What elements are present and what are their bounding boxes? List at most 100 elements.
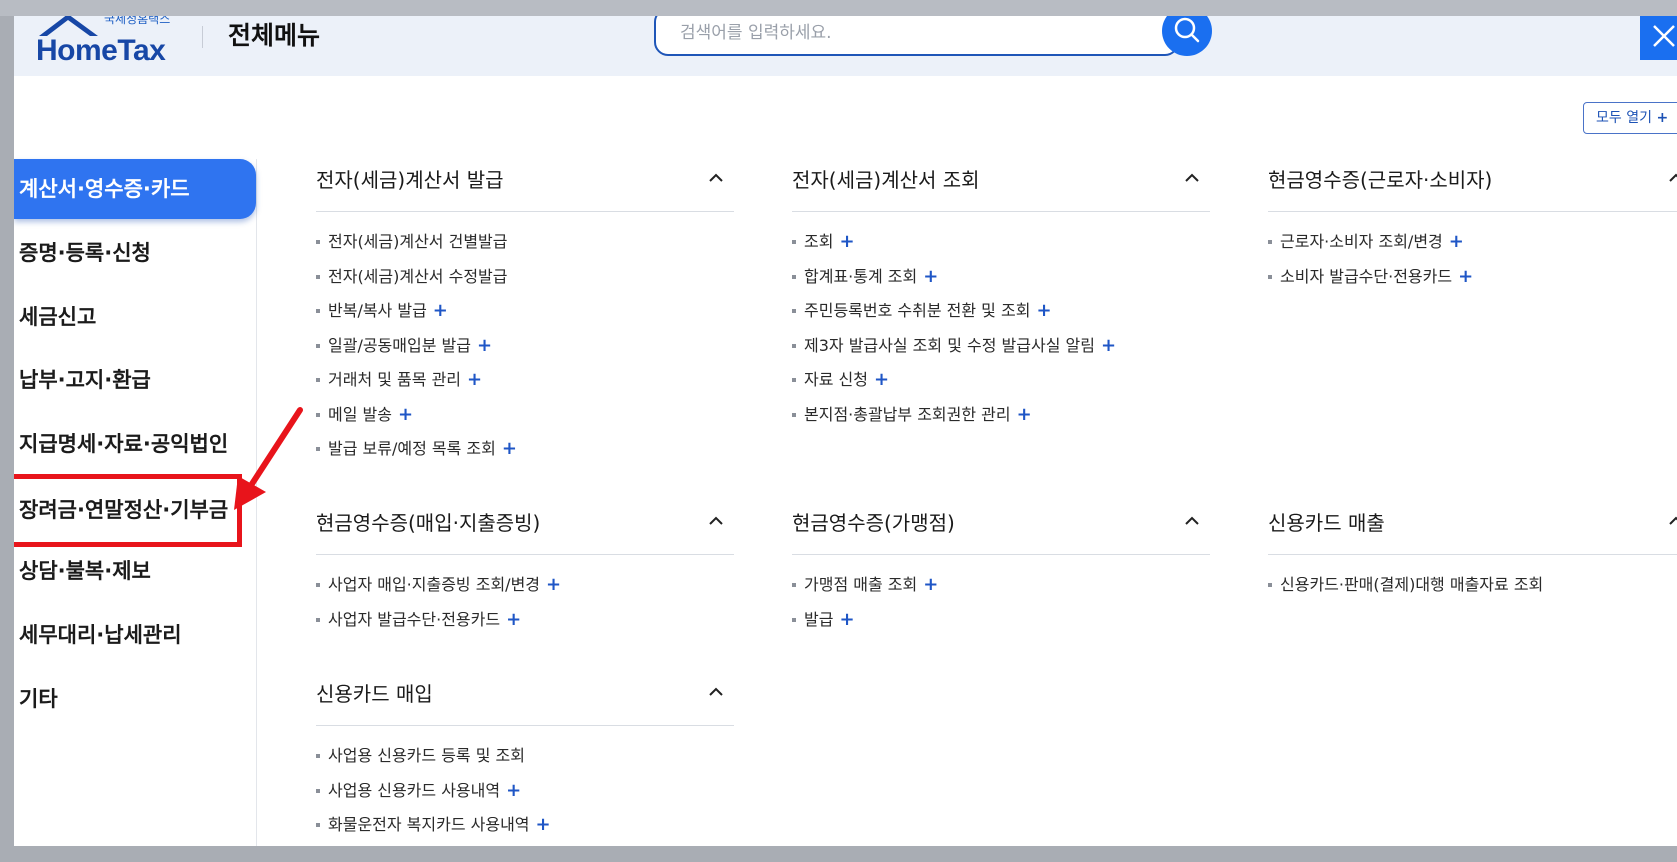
bullet [316, 823, 320, 827]
plus-icon[interactable]: + [506, 780, 521, 801]
menu-item[interactable]: 사업자 발급수단·전용카드 + [316, 609, 561, 644]
menu-item[interactable]: 합계표·통계 조회 + [792, 266, 1116, 301]
expand-all-button[interactable]: 모두 열기 + [1583, 102, 1677, 134]
bullet [316, 343, 320, 348]
menu-item-label: 주민등록번호 수취분 전환 및 조회 [804, 301, 1031, 320]
group-title: 전자(세금)계산서 발급 [316, 168, 504, 192]
menu-item[interactable]: 신용카드·판매(결제)대행 매출자료 조회 [1268, 574, 1543, 609]
menu-item[interactable]: 전자(세금)계산서 수정발급 [316, 266, 517, 301]
menu-item[interactable]: 사업용 신용카드 사용내역 + [316, 780, 551, 815]
menu-item-label: 합계표·통계 조회 [804, 266, 918, 286]
header-divider [202, 26, 203, 48]
hometax-logo[interactable]: 국세청홈택스 HomeTax [36, 16, 186, 68]
chevron-up-icon[interactable] [706, 682, 726, 702]
menu-item[interactable]: 소비자 발급수단·전용카드 + [1268, 266, 1473, 301]
chevron-up-icon[interactable] [706, 511, 726, 531]
chevron-up-icon[interactable] [1182, 168, 1202, 188]
menu-item[interactable]: 조회 + [792, 231, 1116, 266]
menu-item[interactable]: 사업자 매입·지출증빙 조회/변경 + [316, 574, 561, 609]
plus-icon[interactable]: + [1449, 231, 1464, 252]
plus-icon[interactable]: + [923, 574, 938, 595]
menu-item[interactable]: 반복/복사 발급 + [316, 300, 517, 335]
group-title: 신용카드 매출 [1268, 511, 1385, 535]
plus-icon[interactable]: + [546, 574, 561, 595]
menu-item[interactable]: 주민등록번호 수취분 전환 및 조회 + [792, 300, 1116, 335]
menu-item-label: 근로자·소비자 조회/변경 [1280, 232, 1443, 251]
plus-icon[interactable]: + [467, 369, 482, 390]
group-title: 현금영수증(가맹점) [792, 511, 955, 535]
menu-item[interactable]: 일괄/공동매입분 발급 + [316, 335, 517, 370]
group-items: 근로자·소비자 조회/변경 + 소비자 발급수단·전용카드 + [1268, 231, 1473, 300]
sidebar-item-payment-statements[interactable]: 지급명세·자료·공익법인 [14, 414, 256, 474]
menu-item-label: 자료 신청 [804, 370, 868, 389]
bullet [316, 754, 320, 758]
chevron-up-icon[interactable] [1666, 511, 1677, 531]
search-button[interactable] [1162, 16, 1212, 56]
close-button[interactable] [1640, 16, 1677, 60]
sidebar-item-tax-agent[interactable]: 세무대리·납세관리 [14, 605, 256, 665]
chevron-up-icon[interactable] [706, 168, 726, 188]
menu-item-label: 사업자 발급수단·전용카드 [328, 609, 501, 629]
plus-icon[interactable]: + [398, 404, 413, 425]
sidebar-item-etc[interactable]: 기타 [14, 669, 256, 729]
plus-icon: + [1656, 110, 1669, 126]
chevron-up-icon[interactable] [1666, 168, 1677, 188]
bullet [792, 583, 796, 587]
plus-icon[interactable]: + [1036, 300, 1051, 321]
group-divider [316, 554, 734, 555]
group-items: 신용카드·판매(결제)대행 매출자료 조회 [1268, 574, 1543, 609]
menu-item[interactable]: 제3자 발급사실 조회 및 수정 발급사실 알림 + [792, 335, 1116, 370]
sidebar-item-label: 세무대리·납세관리 [19, 623, 182, 647]
sidebar-item-label: 증명·등록·신청 [19, 241, 151, 265]
bullet [792, 412, 796, 417]
logo-subtitle: 국세청홈택스 [104, 16, 171, 26]
bullet [316, 412, 320, 417]
sidebar-item-label: 기타 [19, 687, 58, 711]
sidebar-item-certificates[interactable]: 증명·등록·신청 [14, 223, 256, 283]
plus-icon[interactable]: + [433, 300, 448, 321]
menu-item[interactable]: 가맹점 매출 조회 + [792, 574, 938, 609]
menu-item[interactable]: 전자(세금)계산서 건별발급 [316, 231, 517, 266]
menu-item[interactable]: 화물운전자 복지카드 사용내역 + [316, 814, 551, 846]
sidebar-item-payment-refund[interactable]: 납부·고지·환급 [14, 350, 256, 410]
sidebar-item-incentives-year-end[interactable]: 장려금·연말정산·기부금 [14, 474, 242, 547]
plus-icon[interactable]: + [839, 231, 854, 252]
menu-item-label: 전자(세금)계산서 건별발급 [328, 232, 508, 251]
bullet [316, 378, 320, 382]
menu-item[interactable]: 자료 신청 + [792, 369, 1116, 404]
plus-icon[interactable]: + [506, 609, 521, 630]
bullet [316, 583, 320, 587]
menu-item[interactable]: 거래처 및 품목 관리 + [316, 369, 517, 404]
menu-item[interactable]: 사업용 신용카드 등록 및 조회 [316, 745, 551, 780]
search-icon [1174, 17, 1200, 43]
plus-icon[interactable]: + [923, 266, 938, 287]
group-items: 사업용 신용카드 등록 및 조회 사업용 신용카드 사용내역 + 화물운전자 복지… [316, 745, 551, 846]
group-title: 현금영수증(매입·지출증빙) [316, 511, 541, 535]
plus-icon[interactable]: + [839, 609, 854, 630]
sidebar-item-consultation[interactable]: 상담·불복·제보 [14, 541, 256, 601]
group-divider [316, 211, 734, 212]
chevron-up-icon[interactable] [1182, 511, 1202, 531]
menu-item[interactable]: 발급 보류/예정 목록 조회 + [316, 438, 517, 473]
menu-item[interactable]: 근로자·소비자 조회/변경 + [1268, 231, 1473, 266]
plus-icon[interactable]: + [874, 369, 889, 390]
search-input[interactable] [678, 16, 1122, 56]
group-divider [1268, 554, 1677, 555]
plus-icon[interactable]: + [502, 438, 517, 459]
bullet [1268, 240, 1272, 244]
bullet [792, 240, 796, 244]
sidebar-item-receipts-cards[interactable]: 계산서·영수증·카드 [14, 159, 256, 219]
browser-top-strip [0, 0, 1677, 16]
plus-icon[interactable]: + [1101, 335, 1116, 356]
menu-item[interactable]: 메일 발송 + [316, 404, 517, 439]
group-divider [1268, 211, 1677, 212]
menu-item[interactable]: 본지점·총괄납부 조회권한 관리 + [792, 404, 1116, 439]
menu-item-label: 발급 보류/예정 목록 조회 [328, 439, 496, 458]
bullet [792, 343, 796, 348]
sidebar-item-tax-return[interactable]: 세금신고 [14, 287, 256, 347]
plus-icon[interactable]: + [1458, 266, 1473, 287]
plus-icon[interactable]: + [477, 335, 492, 356]
plus-icon[interactable]: + [1017, 404, 1032, 425]
menu-item[interactable]: 발급 + [792, 609, 938, 644]
plus-icon[interactable]: + [536, 814, 551, 835]
